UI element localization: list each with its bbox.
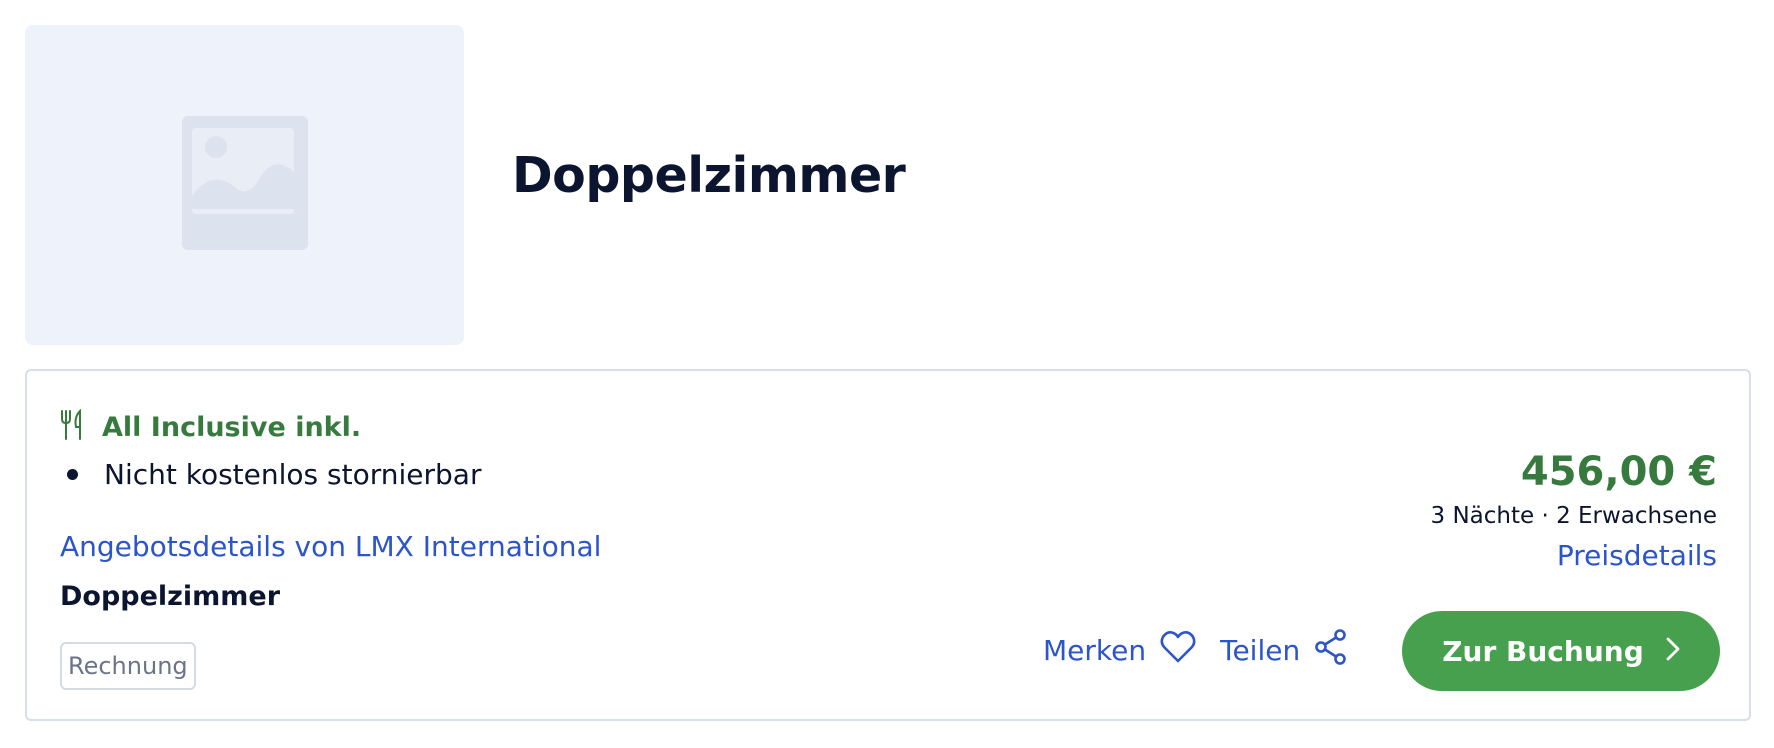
cancellation-info: Nicht kostenlos stornierbar: [67, 458, 481, 491]
room-photo[interactable]: [25, 25, 464, 345]
price: 456,00 €: [1520, 449, 1717, 495]
save-button[interactable]: Merken: [1043, 630, 1196, 671]
chevron-right-icon: [1666, 635, 1680, 668]
offer-card: All Inclusive inkl. Nicht kostenlos stor…: [25, 369, 1751, 721]
cutlery-icon: [60, 408, 86, 445]
offer-details-link[interactable]: Angebotsdetails von LMX International: [60, 530, 601, 563]
save-label: Merken: [1043, 634, 1147, 667]
book-label: Zur Buchung: [1442, 634, 1644, 668]
payment-badge: Rechnung: [60, 642, 196, 690]
book-button[interactable]: Zur Buchung: [1402, 611, 1720, 691]
board-type: All Inclusive inkl.: [60, 408, 362, 445]
room-name: Doppelzimmer: [60, 581, 281, 612]
cancellation-text: Nicht kostenlos stornierbar: [104, 458, 482, 491]
share-icon: [1314, 629, 1348, 672]
bullet-icon: [67, 469, 78, 480]
heart-icon: [1160, 630, 1196, 671]
offer-actions: Merken Teilen: [1043, 629, 1348, 672]
page-title: Doppelzimmer: [512, 147, 906, 204]
price-summary: 3 Nächte · 2 Erwachsene: [1430, 503, 1718, 529]
share-label: Teilen: [1220, 634, 1301, 667]
room-header: Doppelzimmer: [25, 25, 1750, 345]
board-label: All Inclusive inkl.: [102, 411, 362, 443]
price-details-link[interactable]: Preisdetails: [1557, 539, 1717, 572]
image-placeholder-icon: [181, 116, 308, 254]
share-button[interactable]: Teilen: [1220, 629, 1348, 672]
